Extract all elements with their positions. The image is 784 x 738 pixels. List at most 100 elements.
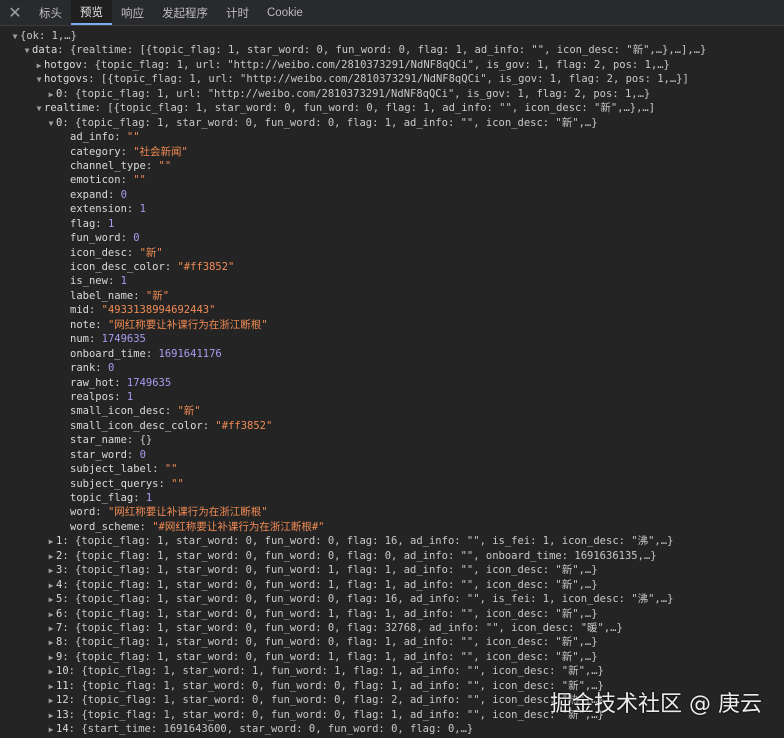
tree-row: word_scheme: "#网红称要让补课行为在浙江断根#" (0, 520, 784, 534)
tree-row: topic_flag: 1 (0, 491, 784, 505)
tree-row: is_new: 1 (0, 274, 784, 288)
tree-row[interactable]: ▶ 8: {topic_flag: 1, star_word: 0, fun_wo… (0, 635, 784, 649)
tree-row[interactable]: ▶ 3: {topic_flag: 1, star_word: 0, fun_wo… (0, 563, 784, 577)
caret-right-icon[interactable]: ▶ (46, 694, 56, 707)
tree-value: 1 (139, 203, 146, 216)
tree-value: 0 (107, 362, 115, 375)
tree-key: 10 (56, 665, 69, 678)
tree-row[interactable]: ▶ 0: {topic_flag: 1, url: "http://weibo.c… (0, 87, 784, 101)
tree-row[interactable]: ▶ 5: {topic_flag: 1, star_word: 0, fun_wo… (0, 592, 784, 606)
tree-row: word: "网红称要让补课行为在浙江断根" (0, 505, 784, 519)
tree-value: "" (158, 159, 172, 172)
tree-row[interactable]: ▶ 2: {topic_flag: 1, star_word: 0, fun_wo… (0, 549, 784, 563)
caret-right-icon[interactable]: ▶ (46, 723, 56, 736)
caret-right-icon[interactable]: ▶ (46, 564, 56, 577)
tree-row[interactable]: ▼ 0: {topic_flag: 1, star_word: 0, fun_wo… (0, 116, 784, 130)
caret-right-icon[interactable]: ▶ (46, 593, 56, 606)
tree-row[interactable]: ▶ 4: {topic_flag: 1, star_word: 0, fun_wo… (0, 578, 784, 592)
tree-row: channel_type: "" (0, 159, 784, 173)
caret-down-icon[interactable]: ▼ (34, 73, 44, 86)
tree-key: onboard_time (70, 347, 146, 360)
caret-down-icon[interactable]: ▼ (34, 102, 44, 115)
tab-4[interactable]: 计时 (217, 0, 258, 25)
tab-0[interactable]: 标头 (30, 0, 71, 25)
tab-1[interactable]: 预览 (71, 0, 112, 25)
colon: : (95, 217, 108, 230)
tree-value: "网红称要让补课行为在浙江断根" (107, 318, 268, 331)
json-preview-tree: ▼ {ok: 1,…} ▼ data: {realtime: [{topic_flag… (0, 26, 784, 736)
caret-right-icon[interactable]: ▶ (46, 622, 56, 635)
caret-right-icon[interactable]: ▶ (46, 608, 56, 621)
close-icon[interactable]: ✕ (0, 0, 30, 25)
caret-right-icon[interactable]: ▶ (46, 88, 56, 101)
tree-row[interactable]: ▶ 7: {topic_flag: 1, star_word: 0, fun_wo… (0, 621, 784, 635)
colon: : (126, 448, 140, 461)
colon: : (62, 650, 75, 663)
caret-right-icon[interactable]: ▶ (46, 680, 56, 693)
colon: : (88, 333, 102, 346)
tree-row: mid: "4933138994692443" (0, 303, 784, 317)
caret-down-icon[interactable]: ▼ (10, 30, 20, 43)
colon: : (202, 419, 216, 432)
tree-key: word (70, 506, 96, 519)
caret-right-icon[interactable]: ▶ (46, 550, 56, 563)
tab-2[interactable]: 响应 (112, 0, 153, 25)
tree-key: 14 (56, 723, 69, 735)
tree-value: "社会新闻" (133, 145, 188, 158)
tree-value: {topic_flag: 1, url: "http://weibo.com/2… (74, 87, 651, 100)
tree-value: {topic_flag: 1, star_word: 0, fun_word: … (74, 636, 598, 649)
tree-row[interactable]: ▶ 14: {start_time: 1691643600, star_word:… (0, 722, 784, 736)
tree-key: small_icon_desc (70, 405, 165, 418)
tree-row[interactable]: ▶ hotgov: {topic_flag: 1, url: "http://we… (0, 58, 784, 72)
tree-row[interactable]: ▶ 1: {topic_flag: 1, star_word: 0, fun_wo… (0, 534, 784, 548)
caret-down-icon[interactable]: ▼ (22, 44, 32, 57)
tree-row[interactable]: ▶ 10: {topic_flag: 1, star_word: 1, fun_w… (0, 664, 784, 678)
tree-value: "#ff3852" (215, 419, 273, 432)
colon: : (107, 275, 121, 288)
tree-key: num (70, 333, 89, 346)
tree-value: "新" (145, 289, 170, 302)
tree-row[interactable]: ▼ realtime: [{topic_flag: 1, star_word: 0… (0, 101, 784, 115)
caret-right-icon[interactable]: ▶ (46, 651, 56, 664)
tree-value: {topic_flag: 1, star_word: 0, fun_word: … (74, 621, 623, 634)
caret-right-icon[interactable]: ▶ (46, 535, 56, 548)
tree-value: {topic_flag: 1, star_word: 0, fun_word: … (74, 607, 598, 620)
colon: : (62, 116, 75, 129)
caret-right-icon[interactable]: ▶ (46, 636, 56, 649)
colon: : (152, 463, 165, 476)
tree-row[interactable]: ▶ 6: {topic_flag: 1, star_word: 0, fun_wo… (0, 607, 784, 621)
caret-right-icon[interactable]: ▶ (46, 665, 56, 678)
colon: : (94, 102, 108, 115)
tree-row: raw_hot: 1749635 (0, 376, 784, 390)
colon: : (95, 318, 108, 331)
colon: : (164, 261, 178, 273)
caret-right-icon[interactable]: ▶ (46, 579, 56, 592)
tree-row[interactable]: ▼ data: {realtime: [{topic_flag: 1, star_… (0, 43, 784, 57)
tree-value: {topic_flag: 1, url: "http://weibo.com/2… (94, 58, 670, 71)
tree-row[interactable]: ▶ 9: {topic_flag: 1, star_word: 0, fun_wo… (0, 650, 784, 664)
tree-value: {start_time: 1691643600, star_word: 0, f… (81, 723, 474, 735)
tree-row[interactable]: ▼ hotgovs: [{topic_flag: 1, url: "http://… (0, 72, 784, 86)
colon: : (62, 593, 75, 606)
tab-3[interactable]: 发起程序 (153, 0, 217, 25)
tree-key: hotgov (44, 58, 82, 71)
colon: : (68, 723, 82, 735)
tree-key: 12 (56, 694, 69, 707)
caret-right-icon[interactable]: ▶ (46, 709, 56, 722)
tab-5[interactable]: Cookie (258, 0, 312, 25)
tree-value: "网红称要让补课行为在浙江断根" (107, 506, 268, 519)
tree-key: expand (70, 188, 108, 201)
colon: : (81, 58, 95, 71)
caret-right-icon[interactable]: ▶ (34, 59, 44, 72)
tree-value: 1 (107, 217, 115, 230)
tree-row: realpos: 1 (0, 390, 784, 404)
tree-value: {topic_flag: 1, star_word: 0, fun_word: … (74, 578, 598, 591)
colon: : (120, 232, 134, 245)
watermark: 掘金技术社区 @ 庚云 (550, 692, 762, 717)
caret-down-icon[interactable]: ▼ (46, 117, 56, 130)
tree-value: "" (126, 131, 140, 144)
tree-row[interactable]: ▼ {ok: 1,…} (0, 29, 784, 43)
tree-key: data (32, 44, 58, 57)
tree-value: {realtime: [{topic_flag: 1, star_word: 0… (69, 44, 707, 57)
colon: : (120, 145, 134, 158)
